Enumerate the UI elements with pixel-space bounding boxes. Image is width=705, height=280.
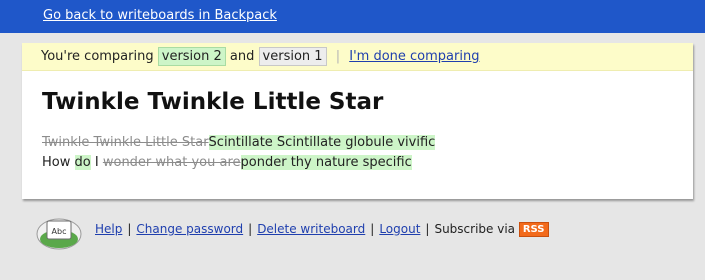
compare-bar: You're comparing version 2 and version 1…: [22, 43, 693, 71]
writeboard-logo-icon: Abc: [36, 218, 82, 250]
inserted-text: Scintillate Scintillate globule vivific: [208, 135, 436, 150]
unchanged-text: I: [94, 155, 99, 170]
divider: |: [425, 222, 430, 236]
inserted-text: ponder thy nature specific: [240, 155, 412, 170]
logo-text: Abc: [52, 227, 67, 236]
deleted-text: Twinkle Twinkle Little Star: [42, 135, 209, 150]
writeboard-card: You're comparing version 2 and version 1…: [22, 43, 693, 199]
deleted-text: wonder what you are: [102, 155, 241, 170]
comparing-label: You're comparing: [41, 49, 154, 64]
back-to-writeboards-link[interactable]: Go back to writeboards in Backpack: [43, 8, 277, 23]
version-1-tag[interactable]: version 1: [258, 47, 327, 66]
rss-badge[interactable]: RSS: [518, 222, 549, 237]
divider: |: [248, 222, 253, 236]
footer: Abc Help | Change password | Delete writeboa…: [36, 212, 636, 256]
subscribe-label: Subscribe via: [434, 222, 516, 236]
logout-link[interactable]: Logout: [379, 222, 420, 236]
change-password-link[interactable]: Change password: [136, 222, 243, 236]
version-2-tag[interactable]: version 2: [157, 47, 226, 66]
footer-links: Help | Change password | Delete writeboard | L…: [95, 222, 549, 237]
inserted-text: do: [74, 155, 91, 170]
diff-line-2: How do I wonder what you areponder thy n…: [42, 153, 435, 173]
top-bar: Go back to writeboards in Backpack: [0, 0, 705, 33]
and-label: and: [229, 49, 255, 64]
unchanged-text: How: [42, 155, 71, 170]
delete-writeboard-link[interactable]: Delete writeboard: [257, 222, 365, 236]
divider: |: [335, 49, 341, 64]
diff-line-1: Twinkle Twinkle Little StarScintillate S…: [42, 133, 436, 153]
divider: |: [127, 222, 132, 236]
done-comparing-link[interactable]: I'm done comparing: [349, 49, 479, 64]
page-title: Twinkle Twinkle Little Star: [42, 89, 384, 115]
help-link[interactable]: Help: [95, 222, 122, 236]
divider: |: [370, 222, 375, 236]
diff-content: Twinkle Twinkle Little StarScintillate S…: [42, 133, 436, 173]
